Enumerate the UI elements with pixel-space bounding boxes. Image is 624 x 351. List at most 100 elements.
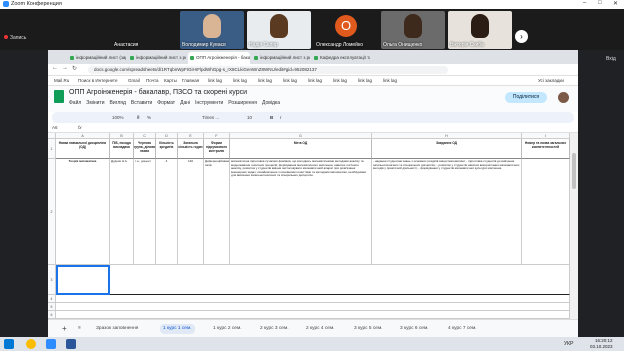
menu-view[interactable]: Вигляд: [110, 100, 126, 106]
row-header[interactable]: 1: [48, 139, 56, 159]
participant-tile[interactable]: Надія Скляр: [247, 11, 311, 49]
header-cell[interactable]: Мета ОД: [230, 139, 372, 159]
menu-file[interactable]: Файл: [69, 100, 81, 106]
row-header[interactable]: 3: [48, 265, 56, 295]
table-cell[interactable]: Дудник Н.А.: [110, 159, 134, 265]
language-indicator[interactable]: УКР: [564, 341, 573, 347]
maximize-icon[interactable]: □: [598, 0, 602, 6]
next-participants-button[interactable]: ›: [515, 30, 528, 43]
table-cell[interactable]: т.н., доцент: [134, 159, 156, 265]
bookmark-item[interactable]: link lag: [308, 76, 322, 86]
participant-tile[interactable]: O Олександр Ломейко: [314, 11, 378, 49]
font-size-input[interactable]: 10: [247, 112, 252, 123]
minimize-icon[interactable]: –: [583, 0, 586, 6]
share-button[interactable]: Поділитися: [505, 92, 547, 103]
word-icon[interactable]: [66, 339, 76, 349]
table-cell[interactable]: Диференційований залік: [204, 159, 230, 265]
close-icon[interactable]: ✕: [613, 0, 618, 7]
account-avatar[interactable]: [558, 92, 569, 103]
bookmark-item[interactable]: link lag: [283, 76, 297, 86]
browser-tab[interactable]: інформаційний лист (заруб...: [68, 52, 126, 64]
zoom-app-icon[interactable]: [46, 339, 56, 349]
italic-button[interactable]: I: [280, 112, 281, 123]
bookmark-item[interactable]: link lag: [208, 76, 222, 86]
sheet-tab[interactable]: 4 курс 7 сем.: [448, 324, 477, 334]
bookmark-item[interactable]: Карты: [164, 76, 177, 86]
windows-start-icon[interactable]: [4, 339, 14, 349]
menu-help[interactable]: Довідка: [262, 100, 280, 106]
menu-edit[interactable]: Змінити: [86, 100, 104, 106]
bookmark-item[interactable]: Главная: [182, 76, 199, 86]
menu-tools[interactable]: Інструменти: [195, 100, 223, 106]
table-row[interactable]: [56, 303, 570, 311]
table-cell[interactable]: [522, 159, 570, 265]
scrollbar-thumb[interactable]: [572, 153, 576, 189]
header-cell[interactable]: Номер та назва загальних компетентностей: [522, 139, 570, 159]
font-select[interactable]: Times ...: [202, 112, 219, 123]
participant-tile[interactable]: Ольга Онищенко: [381, 11, 445, 49]
back-icon[interactable]: ←: [52, 65, 58, 71]
browser-tab[interactable]: інформаційний лист з рекор...: [128, 52, 186, 64]
bookmark-item[interactable]: link lag: [258, 76, 272, 86]
sheet-tab[interactable]: Зразок заповнення: [96, 324, 138, 334]
participant-tile[interactable]: Вікторія Скиба: [448, 11, 512, 49]
header-cell[interactable]: ПІБ, посада викладача: [110, 139, 134, 159]
spreadsheet-grid[interactable]: A B C D E F G H I 1 Назва навчальної дис…: [48, 133, 570, 319]
table-cell[interactable]: 120: [178, 159, 204, 265]
table-cell[interactable]: 4: [156, 159, 178, 265]
bold-button[interactable]: B: [270, 112, 273, 123]
menu-data[interactable]: Дані: [180, 100, 190, 106]
menu-extensions[interactable]: Розширення: [228, 100, 257, 106]
bookmark-item[interactable]: Почта: [146, 76, 159, 86]
selected-cell[interactable]: [56, 265, 110, 295]
clock[interactable]: 16:20:12 03.10.2023: [590, 338, 613, 350]
sheet-tab[interactable]: 2 курс 3 сем.: [260, 324, 289, 334]
row-header[interactable]: 6: [48, 311, 56, 319]
zoom-select[interactable]: 100%: [112, 112, 124, 123]
header-cell[interactable]: Форми підсумкового контролю: [204, 139, 230, 159]
bookmark-item[interactable]: link lag: [233, 76, 247, 86]
url-input[interactable]: docs.google.com/spreadsheets/d/1RTqbnWpF…: [88, 66, 448, 74]
header-cell[interactable]: Чергова група, ділова назва: [134, 139, 156, 159]
table-row[interactable]: [56, 311, 570, 319]
percent-button[interactable]: %: [147, 112, 151, 123]
table-cell[interactable]: - надання студентам знань з основних роз…: [372, 159, 522, 265]
row-header[interactable]: 5: [48, 303, 56, 311]
bookmark-item[interactable]: Mail.Ru: [54, 76, 69, 86]
row-header[interactable]: 4: [48, 295, 56, 303]
participant-tile[interactable]: Володимир Куваєв: [180, 11, 244, 49]
google-sheets-logo-icon[interactable]: [54, 90, 64, 103]
table-cell[interactable]: математична підготовка сучасних фахівців…: [230, 159, 372, 265]
add-sheet-icon[interactable]: +: [62, 324, 67, 334]
header-cell[interactable]: Назва навчальної дисципліни (ОД): [56, 139, 110, 159]
bookmark-item[interactable]: Поиск в Интернете: [78, 76, 117, 86]
header-cell[interactable]: Кількість кредитів: [156, 139, 178, 159]
all-bookmarks[interactable]: Усі закладки: [538, 76, 564, 86]
bookmark-item[interactable]: link lag: [358, 76, 372, 86]
sheet-tab[interactable]: 3 курс 5 сем.: [354, 324, 383, 334]
sheet-tab[interactable]: 3 курс 6 сем.: [400, 324, 429, 334]
browser-tab[interactable]: інформаційний лист з рекор...: [252, 52, 310, 64]
browser-tab-active[interactable]: ОПП Агроінженерія - бакал...: [188, 52, 250, 64]
document-title[interactable]: ОПП Агроінженерія - бакалавр, ПЗСО та ск…: [69, 89, 247, 96]
forward-icon[interactable]: →: [62, 65, 68, 71]
row-header[interactable]: 2: [48, 159, 56, 265]
sheet-tab-active[interactable]: 1 курс 1 сем.: [160, 324, 195, 334]
bookmark-item[interactable]: Gmail: [128, 76, 140, 86]
chrome-icon[interactable]: [26, 339, 36, 349]
sheet-tab[interactable]: 2 курс 4 сем.: [306, 324, 335, 334]
vertical-scrollbar[interactable]: [570, 133, 578, 319]
bookmark-item[interactable]: link lag: [383, 76, 397, 86]
currency-button[interactable]: ₴: [137, 112, 140, 123]
name-box[interactable]: A6: [52, 123, 58, 133]
menu-format[interactable]: Формат: [157, 100, 175, 106]
table-row[interactable]: [110, 265, 570, 295]
sheet-tab[interactable]: 1 курс 2 сем.: [213, 324, 242, 334]
bookmark-item[interactable]: link lag: [333, 76, 347, 86]
all-sheets-icon[interactable]: ≡: [78, 324, 81, 334]
participant-tile[interactable]: Анастасия: [112, 11, 176, 49]
menu-insert[interactable]: Вставити: [131, 100, 152, 106]
reload-icon[interactable]: ↻: [72, 65, 77, 72]
browser-tab[interactable]: Кафедра експлуатації та техн...: [312, 52, 370, 64]
header-cell[interactable]: Загальна кількість годин: [178, 139, 204, 159]
